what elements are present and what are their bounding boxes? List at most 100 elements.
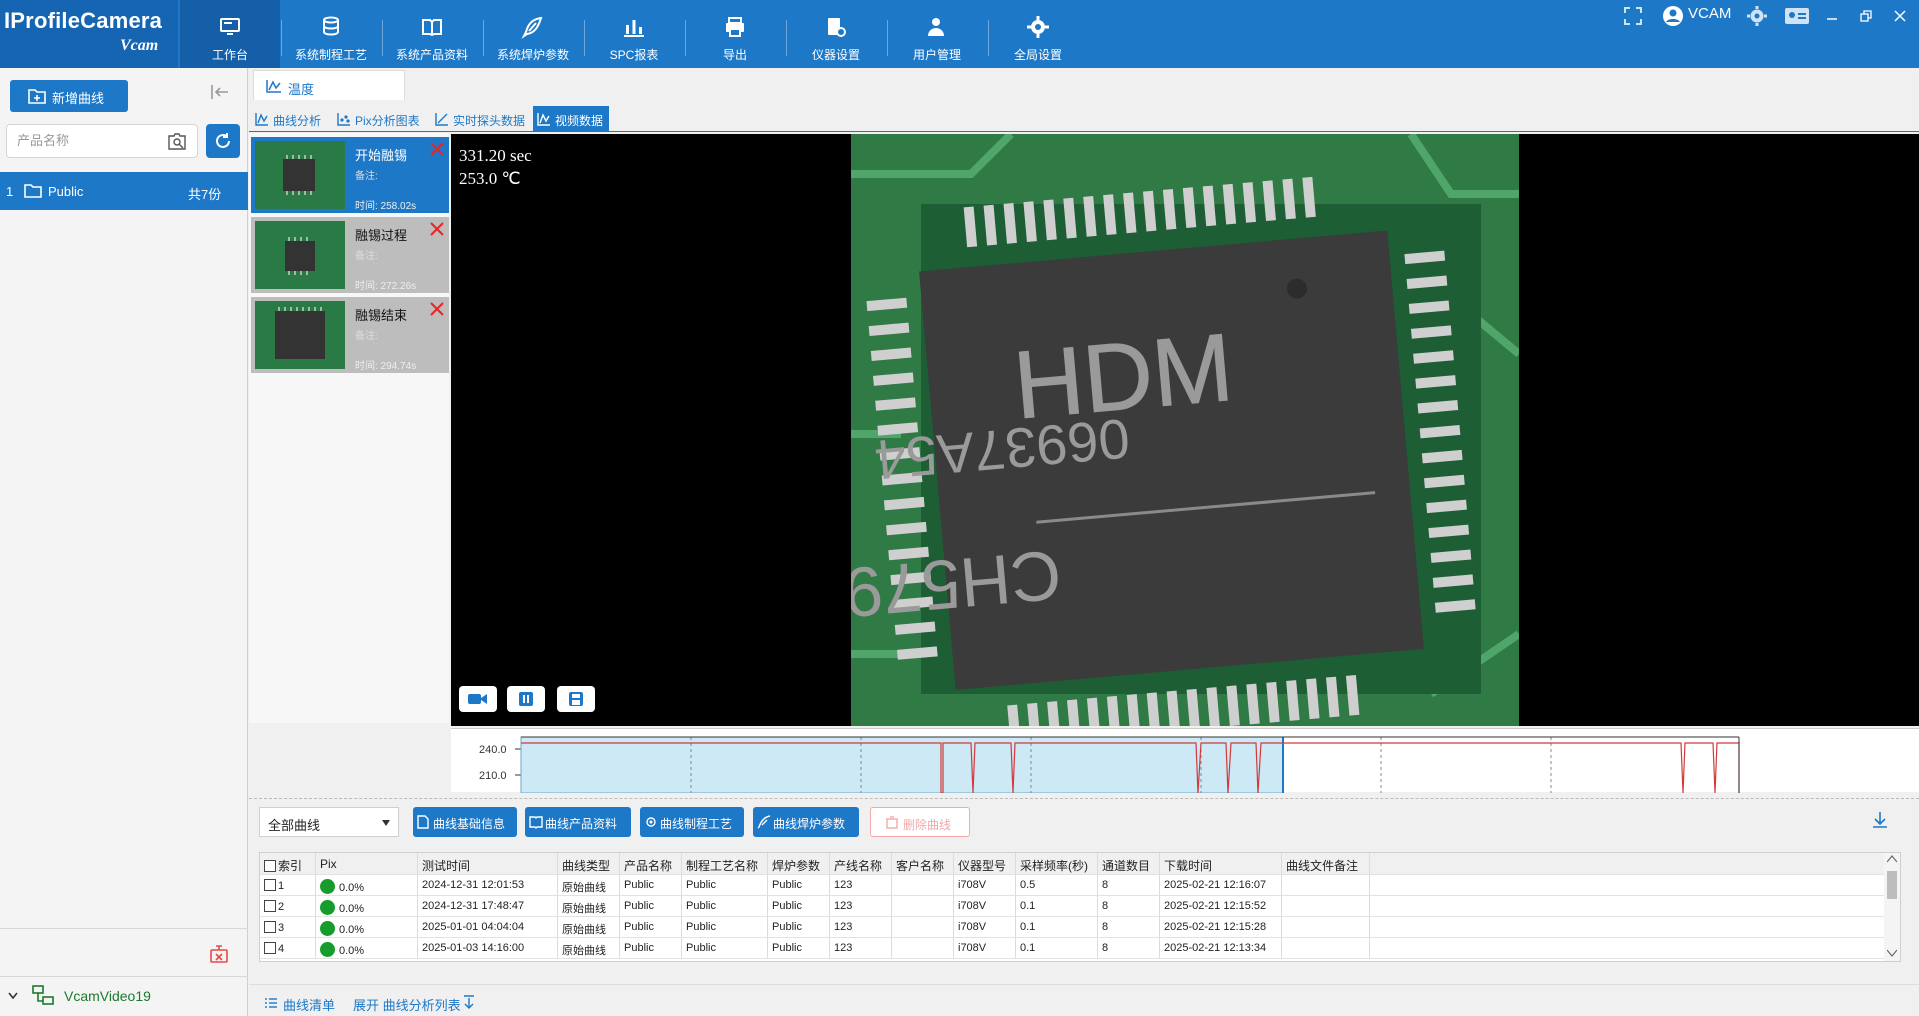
curve-process-button[interactable]: 曲线制程工艺 <box>640 807 744 837</box>
video-player[interactable]: HDM 06937A54 CH579M 331.20 sec 253.0 ℃ <box>451 134 1919 726</box>
column-header[interactable]: 下载时间 <box>1160 853 1282 874</box>
device-settings-icon <box>828 18 846 37</box>
column-header[interactable]: Pix <box>316 853 418 874</box>
row-checkbox[interactable] <box>264 900 276 912</box>
scroll-thumb[interactable] <box>1887 871 1897 899</box>
user-avatar-icon[interactable] <box>1662 5 1684 27</box>
delete-snapshot-icon[interactable] <box>429 221 445 237</box>
table-row[interactable]: 3 0.0% 2025-01-01 04:04:04 原始曲线 Public P… <box>260 917 1884 938</box>
row-checkbox[interactable] <box>264 879 276 891</box>
table-vertical-scrollbar[interactable] <box>1884 853 1900 961</box>
column-header[interactable]: 曲线类型 <box>558 853 620 874</box>
column-header[interactable]: 仪器型号 <box>954 853 1016 874</box>
column-header[interactable]: 产品名称 <box>620 853 682 874</box>
snapshot-item[interactable]: 融锡结束 备注: 时间: 294.74s <box>251 297 449 373</box>
table-cell: 0.5 <box>1016 875 1098 895</box>
snapshot-item[interactable]: 开始融锡 备注: 时间: 258.02s <box>251 137 449 213</box>
tab-label: 视频数据 <box>555 114 604 128</box>
row-checkbox[interactable] <box>264 921 276 933</box>
table-cell: Public <box>620 917 682 937</box>
table-cell: Public <box>768 917 830 937</box>
select-all-checkbox[interactable] <box>264 860 276 872</box>
close-icon[interactable] <box>1892 5 1908 27</box>
nav-label: 系统产品资料 <box>395 48 468 62</box>
tab-realtime-probe[interactable]: 实时探头数据 <box>433 106 533 132</box>
column-header[interactable]: 通道数目 <box>1098 853 1160 874</box>
expand-analysis-list-link[interactable]: 展开 曲线分析列表 <box>353 995 461 1014</box>
pause-button[interactable] <box>507 686 545 712</box>
scroll-to-bottom-icon[interactable] <box>1871 811 1889 829</box>
device-item[interactable]: VcamVideo19 <box>0 980 248 1012</box>
temperature-timeline-chart[interactable]: 240.0 210.0 <box>451 728 1919 794</box>
tab-temperature[interactable]: 温度 <box>253 70 405 100</box>
curve-product-info-button[interactable]: 曲线产品资料 <box>525 807 631 837</box>
scroll-up-icon[interactable] <box>1887 855 1897 863</box>
curve-filter-select[interactable]: 全部曲线 <box>259 807 399 837</box>
id-card-icon[interactable] <box>1784 5 1810 27</box>
delete-snapshot-icon[interactable] <box>429 141 445 157</box>
nav-user-management[interactable]: 用户管理 <box>887 0 987 68</box>
table-cell: Public <box>620 896 682 916</box>
monitor-icon <box>220 18 240 35</box>
collapse-sidebar-icon[interactable] <box>208 80 232 104</box>
table-cell: 原始曲线 <box>558 917 620 937</box>
delete-snapshot-icon[interactable] <box>429 301 445 317</box>
expand-down-icon[interactable] <box>463 995 475 1009</box>
add-folder-icon <box>28 89 46 104</box>
nav-export[interactable]: 导出 <box>685 0 785 68</box>
settings-gear-icon[interactable] <box>1746 5 1768 27</box>
table-row[interactable]: 4 0.0% 2025-01-03 14:16:00 原始曲线 Public P… <box>260 938 1884 959</box>
feather-icon <box>757 815 771 829</box>
nav-label: 仪器设置 <box>811 48 860 62</box>
fullscreen-icon[interactable] <box>1622 5 1644 27</box>
tab-pix-chart[interactable]: Pix分析图表 <box>335 106 431 132</box>
product-search-input[interactable] <box>17 133 157 148</box>
disconnect-device-icon[interactable] <box>208 944 230 964</box>
nav-global-settings[interactable]: 全局设置 <box>988 0 1088 68</box>
column-header[interactable]: 焊炉参数 <box>768 853 830 874</box>
nav-spc-report[interactable]: SPC报表 <box>584 0 684 68</box>
sidebar-divider <box>0 928 248 929</box>
tab-video-data[interactable]: 视频数据 <box>533 106 609 132</box>
curve-oven-params-button[interactable]: 曲线焊炉参数 <box>753 807 859 837</box>
save-snapshot-button[interactable] <box>557 686 595 712</box>
nav-label: 系统焊炉参数 <box>496 48 569 62</box>
user-name[interactable]: VCAM <box>1688 5 1731 22</box>
snapshot-time: 时间: 294.74s <box>355 361 417 372</box>
chevron-down-icon[interactable] <box>8 992 18 1000</box>
nav-product[interactable]: 系统产品资料 <box>382 0 482 68</box>
record-button[interactable] <box>459 686 497 712</box>
table-cell: i708V <box>954 875 1016 895</box>
nav-instrument-settings[interactable]: 仪器设置 <box>786 0 886 68</box>
nav-workbench[interactable]: 工作台 <box>180 0 280 68</box>
column-header[interactable]: 采样频率(秒) <box>1016 853 1098 874</box>
scroll-down-icon[interactable] <box>1887 949 1897 957</box>
nav-process[interactable]: 系统制程工艺 <box>281 0 381 68</box>
tab-curve-analysis[interactable]: 曲线分析 <box>253 106 333 132</box>
minimize-icon[interactable] <box>1824 5 1840 27</box>
column-header[interactable]: 曲线文件备注 <box>1282 853 1370 874</box>
row-checkbox[interactable] <box>264 942 276 954</box>
table-cell: i708V <box>954 896 1016 916</box>
bottom-link-bar: 曲线清单 展开 曲线分析列表 <box>249 984 1919 1016</box>
table-row[interactable]: 1 0.0% 2024-12-31 12:01:53 原始曲线 Public P… <box>260 875 1884 896</box>
column-header[interactable]: 制程工艺名称 <box>682 853 768 874</box>
column-header[interactable]: 产线名称 <box>830 853 892 874</box>
curve-basic-info-button[interactable]: 曲线基础信息 <box>413 807 517 837</box>
refresh-button[interactable] <box>206 124 240 158</box>
new-curve-button[interactable]: 新增曲线 <box>10 80 128 112</box>
restore-icon[interactable] <box>1858 5 1874 27</box>
curve-list-link[interactable]: 曲线清单 <box>283 995 335 1014</box>
column-header[interactable]: 客户名称 <box>892 853 954 874</box>
nav-oven-params[interactable]: 系统焊炉参数 <box>483 0 583 68</box>
column-header[interactable]: 测试时间 <box>418 853 558 874</box>
folder-item-public[interactable]: 1 Public 共7份 <box>0 172 248 210</box>
delete-curve-button[interactable]: 删除曲线 <box>870 807 970 837</box>
table-row[interactable]: 2 0.0% 2024-12-31 17:48:47 原始曲线 Public P… <box>260 896 1884 917</box>
tab-label: 温度 <box>288 82 315 97</box>
column-header[interactable]: 索引 <box>260 853 316 874</box>
check-circle-icon <box>320 879 335 894</box>
search-icon[interactable] <box>167 133 187 151</box>
table-cell: 2025-02-21 12:16:07 <box>1160 875 1282 895</box>
snapshot-item[interactable]: 融锡过程 备注: 时间: 272.26s <box>251 217 449 293</box>
